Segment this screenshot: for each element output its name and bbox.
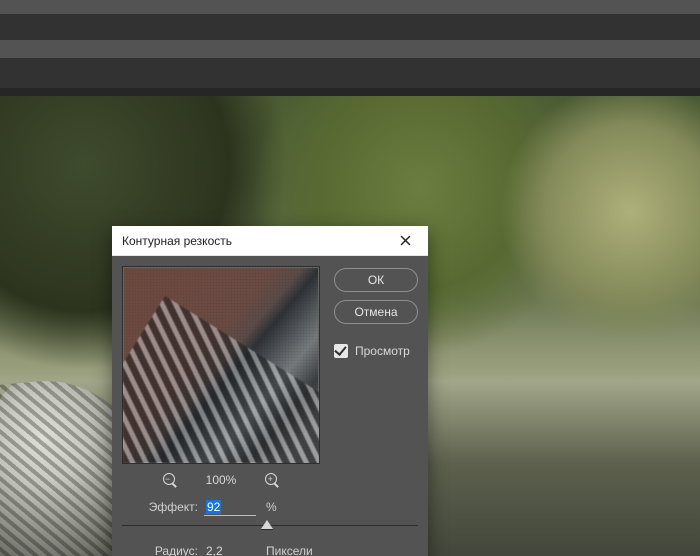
app-chrome-strip-1 <box>0 0 700 14</box>
amount-slider-thumb[interactable] <box>261 520 273 529</box>
radius-input[interactable]: 2,2 <box>204 542 256 556</box>
preview-thumbnail[interactable] <box>122 266 320 464</box>
zoom-level-label[interactable]: 100% <box>206 473 237 487</box>
preview-checkbox-label: Просмотр <box>355 344 410 358</box>
close-button[interactable] <box>388 227 422 255</box>
unsharp-mask-dialog: Контурная резкость − 100% + ОК <box>112 226 428 556</box>
radius-unit: Пиксели <box>266 544 313 556</box>
close-icon <box>400 235 411 246</box>
cancel-button[interactable]: Отмена <box>334 300 418 324</box>
zoom-in-button[interactable]: + <box>264 472 280 488</box>
app-toolbar-2 <box>0 58 700 88</box>
zoom-out-button[interactable]: − <box>162 472 178 488</box>
document-canvas[interactable]: Контурная резкость − 100% + ОК <box>0 96 700 556</box>
app-toolbar-1 <box>0 14 700 40</box>
amount-slider[interactable] <box>122 520 418 532</box>
app-chrome-strip-2 <box>0 40 700 58</box>
amount-unit: % <box>266 500 277 514</box>
dialog-body: − 100% + ОК Отмена Просмотр Эффект: <box>112 256 428 556</box>
dialog-title: Контурная резкость <box>122 234 388 248</box>
ok-button[interactable]: ОК <box>334 268 418 292</box>
preview-checkbox[interactable] <box>334 344 348 358</box>
radius-label: Радиус: <box>122 544 198 556</box>
amount-input[interactable]: 92 <box>204 498 256 516</box>
app-chrome-strip-3 <box>0 88 700 96</box>
amount-label: Эффект: <box>122 500 198 514</box>
dialog-titlebar[interactable]: Контурная резкость <box>112 226 428 256</box>
